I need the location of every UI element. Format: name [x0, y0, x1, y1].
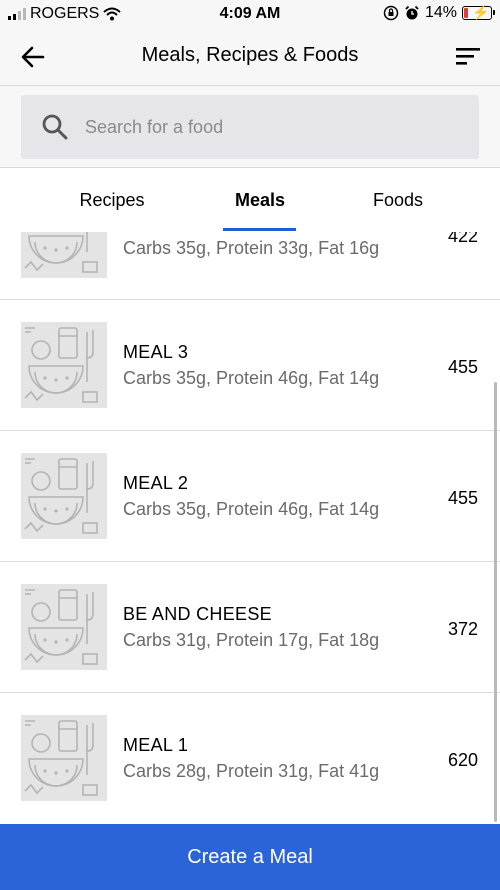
charging-bolt-icon: ⚡: [472, 4, 490, 20]
nav-header: Meals, Recipes & Foods: [0, 28, 500, 86]
search-input[interactable]: [85, 95, 465, 159]
meal-placeholder-image: [21, 715, 107, 801]
meal-macros: Carbs 31g, Protein 17g, Fat 18g: [123, 630, 380, 650]
meal-macros: Carbs 35g, Protein 46g, Fat 14g: [123, 499, 380, 519]
tab-foods[interactable]: Foods: [348, 190, 448, 211]
meal-list[interactable]: Carbs 35g, Protein 33g, Fat 16g 422 MEAL…: [0, 232, 500, 824]
sort-icon[interactable]: [454, 44, 482, 70]
tab-bar: Recipes Meals Foods: [0, 168, 500, 232]
status-right: 14% ⚡: [383, 4, 495, 22]
alarm-icon: [405, 5, 419, 20]
meal-placeholder-image: [21, 322, 107, 408]
meal-placeholder-image: [21, 584, 107, 670]
meal-calories: 620: [447, 750, 478, 770]
meal-row[interactable]: Carbs 35g, Protein 33g, Fat 16g 422: [0, 232, 500, 300]
meal-calories: 372: [447, 619, 478, 639]
meal-name: MEAL 2: [123, 473, 189, 493]
create-meal-button[interactable]: Create a Meal: [0, 824, 500, 890]
orientation-lock-icon: [383, 5, 399, 21]
meal-macros: Carbs 35g, Protein 33g, Fat 16g: [123, 238, 380, 258]
search-section: [0, 86, 500, 168]
meal-macros: Carbs 28g, Protein 31g, Fat 41g: [123, 761, 380, 781]
active-tab-indicator: [223, 228, 296, 231]
meal-name: BE AND CHEESE: [123, 604, 272, 624]
meal-row[interactable]: MEAL 2 Carbs 35g, Protein 46g, Fat 14g 4…: [0, 431, 500, 562]
meal-name: MEAL 1: [123, 735, 189, 755]
meal-row[interactable]: BE AND CHEESE Carbs 31g, Protein 17g, Fa…: [0, 562, 500, 693]
search-icon: [42, 114, 68, 140]
meal-calories: 422: [447, 232, 478, 246]
status-bar: ROGERS 4:09 AM 14% ⚡: [0, 0, 500, 28]
tab-meals[interactable]: Meals: [210, 190, 310, 211]
meal-macros: Carbs 35g, Protein 46g, Fat 14g: [123, 368, 380, 388]
page-title: Meals, Recipes & Foods: [141, 44, 359, 66]
meal-name: MEAL 3: [123, 342, 189, 362]
battery-fill: [464, 8, 468, 18]
search-box[interactable]: [21, 95, 479, 159]
battery-percent: 14%: [424, 4, 457, 21]
battery-icon: ⚡: [462, 4, 495, 20]
meal-row[interactable]: MEAL 1 Carbs 28g, Protein 31g, Fat 41g 6…: [0, 693, 500, 824]
tab-recipes[interactable]: Recipes: [62, 190, 162, 211]
list-scrollbar[interactable]: [494, 382, 497, 822]
meal-placeholder-image: [21, 453, 107, 539]
meal-placeholder-image: [21, 232, 107, 278]
meal-calories: 455: [447, 357, 478, 377]
meal-calories: 455: [447, 488, 478, 508]
meal-row[interactable]: MEAL 3 Carbs 35g, Protein 46g, Fat 14g 4…: [0, 300, 500, 431]
